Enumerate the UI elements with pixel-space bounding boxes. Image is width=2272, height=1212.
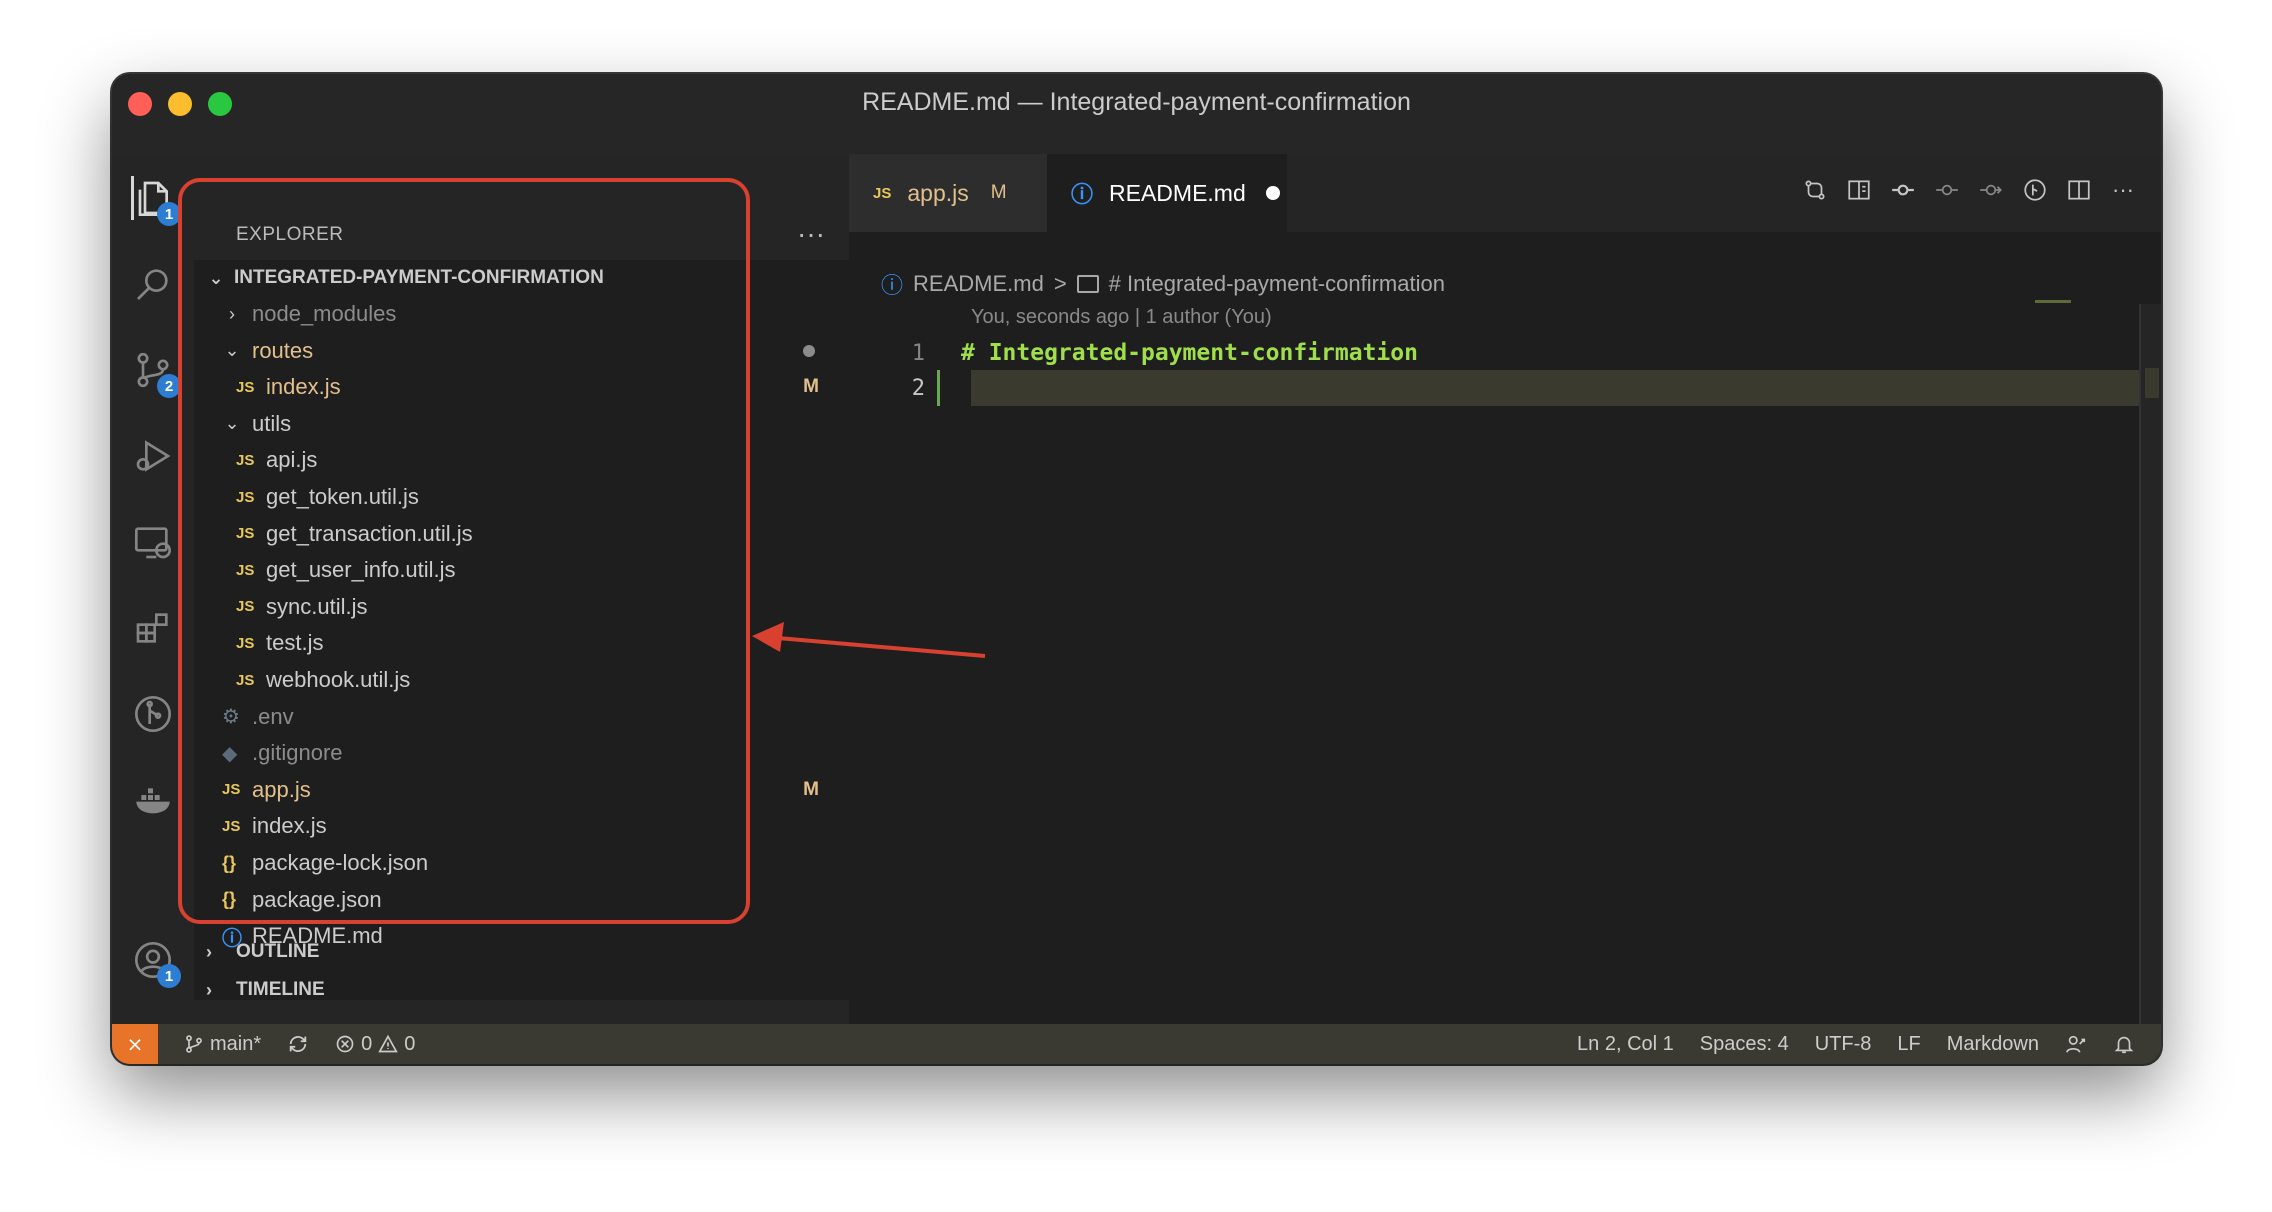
timeline-section[interactable]: › TIMELINE — [194, 972, 849, 1008]
chevron-right-icon: › — [206, 941, 212, 962]
tab-readme[interactable]: ⓘ README.md — [1047, 154, 1287, 232]
editor-actions: ··· — [1801, 176, 2137, 204]
tab-app-js[interactable]: JS app.js M — [849, 154, 1047, 232]
live-share-icon[interactable] — [2065, 1033, 2087, 1055]
warning-count: 0 — [404, 1032, 416, 1055]
search-icon[interactable] — [131, 262, 175, 306]
info-file-icon: ⓘ — [1071, 182, 1094, 207]
tab-label: README.md — [1109, 179, 1246, 206]
contains-changes-dot-icon — [803, 344, 815, 357]
tab-bar: JS app.js M ⓘ README.md ··· — [849, 154, 2161, 232]
line-number: 2 — [911, 375, 925, 401]
extensions-icon[interactable] — [131, 606, 175, 650]
git-history-icon[interactable] — [2021, 176, 2049, 204]
breadcrumb: ⓘ README.md > # Integrated-payment-confi… — [881, 268, 1445, 300]
modified-indicator: M — [990, 182, 1007, 203]
git-commit-icon[interactable] — [1889, 176, 1917, 204]
docker-icon[interactable] — [131, 778, 175, 822]
branch-name: main* — [210, 1032, 262, 1055]
previous-change-icon[interactable] — [1933, 176, 1961, 204]
breadcrumb-file[interactable]: README.md — [913, 271, 1044, 297]
code-line[interactable]: 2 — [849, 371, 2161, 405]
outline-label: OUTLINE — [236, 941, 320, 962]
git-graph-icon[interactable] — [131, 692, 175, 736]
vscode-window: README.md — Integrated-payment-confirmat… — [112, 74, 2161, 1064]
unsaved-dot-icon[interactable] — [1265, 186, 1280, 200]
status-bar: ⨯ main* 0 0 Ln 2, Col 1 Spaces: 4 UTF-8 … — [112, 1024, 2161, 1064]
next-change-icon[interactable] — [1977, 176, 2005, 204]
explorer-icon[interactable]: 1 — [131, 176, 181, 226]
info-icon: ⓘ — [881, 273, 904, 298]
open-preview-icon[interactable] — [1845, 176, 1873, 204]
annotation-highlight-box — [178, 178, 750, 924]
git-branch-icon — [186, 1035, 202, 1053]
source-control-icon[interactable]: 2 — [131, 348, 181, 398]
code-line[interactable]: 1 # Integrated-payment-confirmation — [849, 336, 2161, 370]
outline-section[interactable]: › OUTLINE — [194, 934, 849, 970]
branch-indicator[interactable]: main* — [184, 1033, 261, 1056]
title-bar: README.md — Integrated-payment-confirmat… — [112, 74, 2161, 154]
notifications-bell-icon[interactable] — [2113, 1033, 2135, 1055]
git-blame-annotation[interactable]: You, seconds ago | 1 author (You) — [971, 306, 1272, 329]
more-actions-icon[interactable]: ··· — [2109, 176, 2137, 204]
line-number: 1 — [911, 340, 925, 366]
cursor-position[interactable]: Ln 2, Col 1 — [1577, 1033, 1674, 1056]
editor-area: JS app.js M ⓘ README.md ··· ⓘ README.md … — [849, 154, 2161, 1024]
timeline-label: TIMELINE — [236, 979, 325, 1000]
problems-indicator[interactable]: 0 0 — [335, 1033, 415, 1056]
accounts-icon[interactable]: 1 — [131, 938, 181, 988]
accounts-badge: 1 — [157, 964, 181, 988]
breadcrumb-separator: > — [1053, 271, 1067, 296]
sync-button[interactable] — [287, 1033, 309, 1055]
modified-indicator: M — [803, 778, 819, 800]
remote-indicator-icon[interactable]: ⨯ — [112, 1024, 158, 1064]
language-mode[interactable]: Markdown — [1947, 1033, 2039, 1056]
compare-changes-icon[interactable] — [1801, 176, 1829, 204]
chevron-right-icon: › — [206, 979, 212, 1000]
line-text[interactable]: # Integrated-payment-confirmation — [939, 340, 1418, 366]
sync-icon — [289, 1036, 307, 1052]
indentation[interactable]: Spaces: 4 — [1700, 1033, 1789, 1056]
breadcrumb-symbol[interactable]: # Integrated-payment-confirmation — [1109, 271, 1445, 297]
error-icon — [336, 1035, 354, 1053]
end-of-line[interactable]: LF — [1897, 1033, 1920, 1056]
window-title: README.md — Integrated-payment-confirmat… — [862, 88, 1411, 116]
status-bar-right: Ln 2, Col 1 Spaces: 4 UTF-8 LF Markdown — [1577, 1033, 2161, 1056]
warning-icon — [378, 1034, 399, 1053]
split-editor-icon[interactable] — [2065, 176, 2093, 204]
encoding[interactable]: UTF-8 — [1815, 1033, 1872, 1056]
js-file-icon: JS — [873, 184, 892, 202]
symbol-string-icon — [1076, 275, 1099, 293]
minimap[interactable] — [2035, 300, 2071, 303]
tab-label: app.js — [907, 179, 969, 206]
run-debug-icon[interactable] — [131, 434, 175, 478]
error-count: 0 — [361, 1032, 373, 1055]
vertical-scrollbar[interactable] — [2139, 304, 2161, 1024]
remote-explorer-icon[interactable] — [131, 520, 175, 564]
more-actions-icon[interactable]: ··· — [797, 218, 825, 250]
scrollbar-thumb[interactable] — [2145, 368, 2159, 398]
modified-indicator: M — [803, 376, 819, 398]
